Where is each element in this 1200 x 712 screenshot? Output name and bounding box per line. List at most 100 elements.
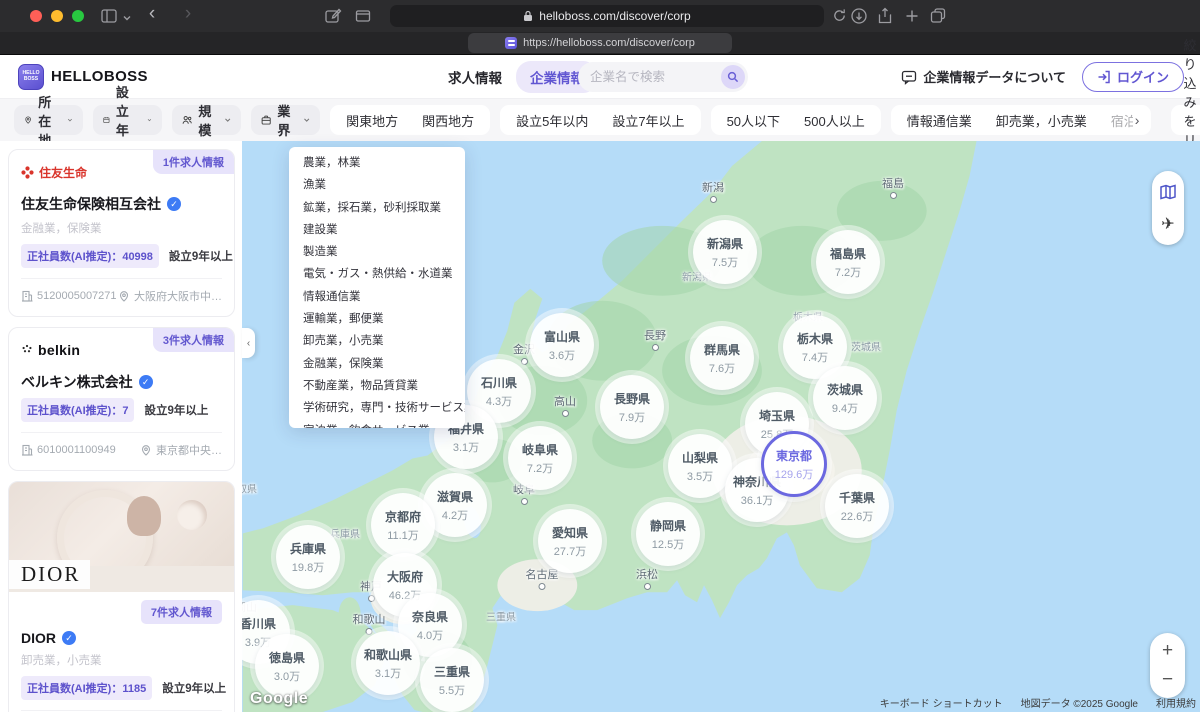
downloads-icon[interactable]: [850, 7, 868, 25]
prefecture-bubble[interactable]: 京都府 11.1万: [371, 493, 435, 557]
prefecture-bubble[interactable]: 徳島県 3.0万: [255, 634, 319, 698]
industry-menu-item[interactable]: 情報通信業: [289, 286, 465, 308]
sidebar-collapse-handle[interactable]: ‹: [242, 328, 255, 358]
prefecture-bubble[interactable]: 富山県 3.6万: [530, 313, 594, 377]
industry-dropdown-menu: 農業，林業漁業鉱業，採石業，砂利採取業建設業製造業電気・ガス・熱供給・水道業情報…: [289, 147, 465, 428]
chevron-down-icon: [147, 115, 152, 125]
industry-menu-item[interactable]: 運輸業，郵便業: [289, 308, 465, 330]
prefecture-name: 岐阜県: [522, 441, 558, 458]
tab-strip: https://helloboss.com/discover/corp: [0, 32, 1200, 54]
page-settings-icon[interactable]: [354, 7, 372, 25]
industry-menu-item[interactable]: 漁業: [289, 174, 465, 196]
prefecture-bubble[interactable]: 三重県 5.5万: [420, 648, 484, 712]
prefecture-bubble[interactable]: 茨城県 9.4万: [813, 366, 877, 430]
filter-chip[interactable]: 50人以下: [715, 111, 792, 130]
map-place-label: 取県: [242, 481, 257, 496]
chevron-down-icon: [303, 115, 310, 125]
prefecture-bubble[interactable]: 群馬県 7.6万: [690, 326, 754, 390]
google-logo[interactable]: Google: [250, 690, 308, 708]
prefecture-bubble[interactable]: 山梨県 3.5万: [668, 434, 732, 498]
reload-icon[interactable]: [832, 8, 847, 23]
prefecture-bubble[interactable]: 長野県 7.9万: [600, 375, 664, 439]
filter-industry-dropdown[interactable]: 業界: [251, 105, 320, 135]
minimize-window-button[interactable]: [51, 10, 63, 22]
prefecture-count: 7.2万: [527, 460, 553, 476]
filter-chip[interactable]: 設立5年以内: [504, 111, 600, 130]
filter-chip[interactable]: 関西地方: [410, 111, 486, 130]
map-mode-icon[interactable]: [1159, 183, 1177, 201]
industry-menu-item[interactable]: 学術研究，専門・技術サービス業: [289, 397, 465, 419]
share-icon[interactable]: [876, 7, 894, 25]
terms-link[interactable]: 利用規約: [1156, 695, 1196, 710]
main-content: 新潟福島新潟県長野金沢高山栃木県茨城県岐阜名古屋浜松神戸和歌山兵庫県三重県取県岡…: [0, 141, 1200, 712]
login-button[interactable]: ログイン: [1082, 62, 1184, 92]
search-button[interactable]: [721, 65, 745, 89]
industry-menu-item[interactable]: 不動産業，物品賃貸業: [289, 375, 465, 397]
company-meta: 5120005007271 大阪府大阪市中…: [21, 278, 222, 304]
employees-pill: 正社員数(AI推定)：7: [21, 398, 134, 422]
filter-chip[interactable]: 卸売業，小売業: [984, 111, 1099, 130]
prefecture-bubble[interactable]: 新潟県 7.5万: [693, 220, 757, 284]
airplane-icon[interactable]: ✈: [1161, 214, 1174, 233]
reset-filters-button[interactable]: 絞り込みをリセット: [1171, 105, 1200, 135]
company-card[interactable]: 3件求人情報 belkin ベルキン株式会社 ✓ 正社員数(AI推定)：7 設立…: [8, 327, 235, 471]
prefecture-bubble[interactable]: 東京都 129.6万: [761, 431, 827, 497]
tab-overview-icon[interactable]: [929, 7, 947, 25]
zoom-out-button[interactable]: −: [1162, 669, 1173, 691]
keyboard-shortcuts-link[interactable]: キーボード ショートカット: [880, 695, 1003, 710]
filter-founded-dropdown[interactable]: 設立年月: [93, 105, 162, 135]
company-card[interactable]: 1件求人情報 住友生命 住友生命保険相互会社 ✓ 金融業，保険業 正社員数(AI…: [8, 149, 235, 317]
company-logo: DIOR: [9, 560, 90, 589]
zoom-in-button[interactable]: +: [1162, 640, 1173, 662]
chevron-down-icon[interactable]: [122, 10, 132, 20]
active-tab[interactable]: https://helloboss.com/discover/corp: [468, 33, 732, 53]
filter-chip[interactable]: 情報通信業: [895, 111, 984, 130]
prefecture-count: 7.6万: [709, 360, 735, 376]
industry-menu-item[interactable]: 農業，林業: [289, 152, 465, 174]
search-input[interactable]: [590, 70, 721, 84]
prefecture-count: 4.0万: [417, 627, 443, 643]
industry-menu-item[interactable]: 卸売業，小売業: [289, 330, 465, 352]
filter-chip[interactable]: 宿泊業，飲食サービス業: [1099, 111, 1133, 130]
nav-jobs-tab[interactable]: 求人情報: [448, 67, 502, 87]
location-pin-icon: [118, 290, 130, 302]
filter-chip[interactable]: 設立7年以上: [600, 111, 696, 130]
prefecture-bubble[interactable]: 兵庫県 19.8万: [276, 525, 340, 589]
compose-icon[interactable]: [324, 7, 342, 25]
company-name: 住友生命保険相互会社 ✓: [21, 194, 222, 214]
filter-chip[interactable]: 500人以上: [792, 111, 877, 130]
industry-menu-item[interactable]: 宿泊業，飲食サービス業: [289, 420, 465, 428]
industry-menu-item[interactable]: 電気・ガス・熱供給・水道業: [289, 263, 465, 285]
chips-scroll-right-icon[interactable]: ›: [1133, 112, 1148, 128]
industry-menu-item[interactable]: 建設業: [289, 219, 465, 241]
filter-chip[interactable]: 関東地方: [334, 111, 410, 130]
company-data-about-link[interactable]: 企業情報データについて: [901, 67, 1066, 86]
founded-label: 設立9年以上: [162, 680, 226, 696]
prefecture-count: 3.0万: [274, 668, 300, 684]
close-window-button[interactable]: [30, 10, 42, 22]
prefecture-bubble[interactable]: 岐阜県 7.2万: [508, 426, 572, 490]
map-mode-control: ✈: [1152, 171, 1184, 245]
prefecture-bubble[interactable]: 愛知県 27.7万: [538, 509, 602, 573]
prefecture-bubble[interactable]: 千葉県 22.6万: [825, 474, 889, 538]
filter-location-dropdown[interactable]: 所在地: [14, 105, 83, 135]
page: ‹ › helloboss.com/discover/corp: [0, 0, 1200, 712]
prefecture-count: 5.5万: [439, 682, 465, 698]
zoom-window-button[interactable]: [72, 10, 84, 22]
prefecture-count: 7.4万: [802, 349, 828, 365]
forward-button[interactable]: ›: [178, 3, 198, 25]
tab-title: https://helloboss.com/discover/corp: [523, 37, 695, 49]
industry-menu-item[interactable]: 金融業，保険業: [289, 353, 465, 375]
prefecture-bubble[interactable]: 和歌山県 3.1万: [356, 631, 420, 695]
address-bar[interactable]: helloboss.com/discover/corp: [390, 5, 824, 27]
prefecture-bubble[interactable]: 静岡県 12.5万: [636, 502, 700, 566]
filter-chip-group-industry: 情報通信業卸売業，小売業宿泊業，飲食サービス業 ›: [891, 105, 1152, 135]
back-button[interactable]: ‹: [142, 3, 162, 25]
industry-menu-item[interactable]: 鉱業，採石業，砂利採取業: [289, 197, 465, 219]
industry-menu-item[interactable]: 製造業: [289, 241, 465, 263]
company-card[interactable]: DIOR 7件求人情報 DIOR ✓ 卸売業，小売業 正社員数(AI推定)：11…: [8, 481, 235, 712]
sidebar-toggle-icon[interactable]: [100, 7, 118, 25]
filter-size-dropdown[interactable]: 規模: [172, 105, 241, 135]
prefecture-bubble[interactable]: 福島県 7.2万: [816, 230, 880, 294]
new-tab-icon[interactable]: [903, 7, 921, 25]
